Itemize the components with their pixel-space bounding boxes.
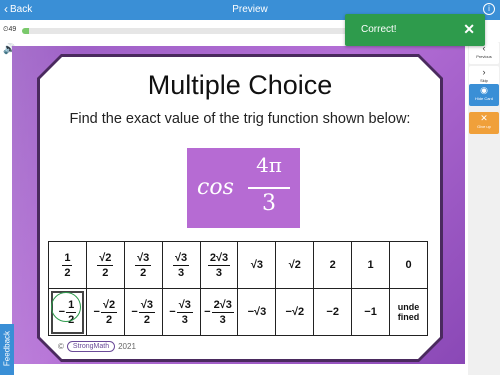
progress-fill: [22, 28, 29, 34]
copyright-symbol: ©: [58, 342, 64, 351]
timer: ⏲49: [3, 26, 16, 34]
feedback-label: Feedback: [2, 330, 12, 367]
negative-answer-cell[interactable]: −1 2: [48, 288, 87, 336]
denominator: 2: [64, 266, 71, 279]
fraction: √2 2: [97, 251, 114, 279]
negative-answer-cell[interactable]: −√2: [275, 288, 315, 336]
question-card: Multiple Choice Find the exact value of …: [40, 57, 440, 359]
negative-answer-cell[interactable]: −2√3 3: [199, 288, 239, 336]
numerator: √2: [97, 251, 114, 266]
answer-row-positive: 1 2 √2 2 √3 2 √3 3 2√3 3 √3 √2 2 1 0: [48, 241, 428, 289]
positive-answer-cell[interactable]: √3 3: [161, 241, 201, 289]
negative-answer-cell[interactable]: −√3: [237, 288, 277, 336]
skip-label: Skip: [480, 78, 488, 83]
slide-prompt: Find the exact value of the trig functio…: [69, 111, 411, 127]
answer-text: 1: [367, 259, 374, 271]
timer-value: 49: [8, 26, 17, 33]
denominator: 3: [215, 266, 223, 279]
previous-label: Previous: [476, 54, 492, 59]
denominator: 3: [219, 313, 226, 326]
minus-sign: −: [131, 306, 138, 318]
answer-text: −√2: [285, 306, 305, 318]
positive-answer-cell[interactable]: 1: [351, 241, 391, 289]
answer-grid: 1 2 √2 2 √3 2 √3 3 2√3 3 √3 √2 2 1 0 −1 2− √2 2− √3 2− √3 3−2…: [48, 241, 428, 336]
denominator: 2: [102, 266, 109, 279]
negative-answer-cell[interactable]: − √3 3: [161, 288, 201, 336]
close-icon: ✕: [480, 113, 488, 123]
fraction: √3 3: [176, 298, 193, 326]
fraction-bar: [248, 187, 290, 189]
answer-text: −√3: [247, 306, 267, 318]
numerator: √3: [176, 298, 193, 313]
positive-answer-cell[interactable]: √2 2: [85, 241, 125, 289]
answer-text: √3: [250, 259, 263, 271]
hide-card-label: Hide Card: [474, 96, 493, 101]
positive-answer-cell[interactable]: 2√3 3: [199, 241, 239, 289]
info-icon[interactable]: i: [483, 3, 495, 15]
denominator: 3: [181, 313, 188, 326]
give-up-label: Give up: [477, 124, 491, 129]
toast-message: Correct!: [361, 24, 397, 35]
numerator: √3: [173, 251, 190, 266]
positive-answer-cell[interactable]: 2: [313, 241, 353, 289]
fraction: 12: [62, 251, 73, 279]
copyright-year: 2021: [118, 342, 136, 351]
negative-answer-cell[interactable]: −2: [313, 288, 353, 336]
correct-toast: Correct! ✕: [345, 14, 485, 46]
positive-answer-cell[interactable]: √3: [237, 241, 277, 289]
question-numerator: 4π: [256, 153, 282, 177]
negative-answer-cell[interactable]: − √2 2: [85, 288, 125, 336]
answer-row-negative: −1 2− √2 2− √3 2− √3 3−2√3 3 −√3 −√2 −2 −1 unde fined: [48, 288, 428, 336]
fraction: √3 2: [138, 298, 155, 326]
negative-answer-cell[interactable]: − √3 2: [123, 288, 163, 336]
eye-icon: ◉: [480, 85, 488, 95]
negative-answer-cell[interactable]: unde fined: [389, 288, 428, 336]
fraction: √3 2: [135, 251, 152, 279]
question-function: cos: [197, 175, 234, 200]
minus-sign: −: [93, 306, 100, 318]
positive-answer-cell[interactable]: √2: [275, 241, 315, 289]
chevron-right-icon: ›: [482, 67, 486, 77]
progress-bar: [22, 28, 362, 34]
fraction: √2 2: [100, 298, 118, 326]
feedback-tab[interactable]: Feedback: [0, 324, 14, 375]
numerator: √3: [138, 298, 155, 313]
hide-card-button[interactable]: ◉ Hide Card: [469, 84, 499, 106]
minus-sign: −: [204, 306, 211, 318]
answer-text: √2: [288, 259, 301, 271]
fraction: 2√3 3: [207, 251, 231, 279]
answer-text: 0: [405, 259, 412, 271]
give-up-button[interactable]: ✕ Give up: [469, 112, 499, 134]
answer-text: 2: [329, 259, 336, 271]
numerator: 1: [62, 251, 73, 266]
numerator: √3: [135, 251, 152, 266]
fraction: 2√3 3: [211, 298, 234, 326]
slide: Multiple Choice Find the exact value of …: [12, 46, 465, 364]
minus-sign: −: [169, 306, 176, 318]
answer-text: unde fined: [397, 301, 420, 322]
denominator: 2: [143, 313, 150, 326]
denominator: 2: [105, 313, 113, 326]
answer-text: −1: [364, 306, 377, 318]
close-icon[interactable]: ✕: [463, 21, 475, 38]
question-denominator: 3: [262, 191, 276, 216]
negative-answer-cell[interactable]: −1: [351, 288, 391, 336]
fraction: √3 3: [173, 251, 190, 279]
right-panel: ‹ Previous › Skip ◉ Hide Card ✕ Give up: [468, 42, 500, 375]
denominator: 2: [140, 266, 147, 279]
positive-answer-cell[interactable]: 0: [389, 241, 428, 289]
numerator: 2√3: [207, 251, 231, 266]
strongmath-logo: StrongMath: [66, 341, 116, 352]
numerator: 2√3: [211, 298, 234, 313]
denominator: 3: [178, 266, 185, 279]
copyright-footer: © StrongMath 2021: [58, 341, 136, 352]
positive-answer-cell[interactable]: √3 2: [123, 241, 163, 289]
answer-text: −2: [326, 306, 339, 318]
slide-title: Multiple Choice: [147, 70, 333, 100]
positive-answer-cell[interactable]: 12: [48, 241, 87, 289]
selection-circle: [51, 292, 81, 322]
numerator: √2: [100, 298, 118, 313]
question-box: cos 4π 3: [187, 148, 300, 228]
